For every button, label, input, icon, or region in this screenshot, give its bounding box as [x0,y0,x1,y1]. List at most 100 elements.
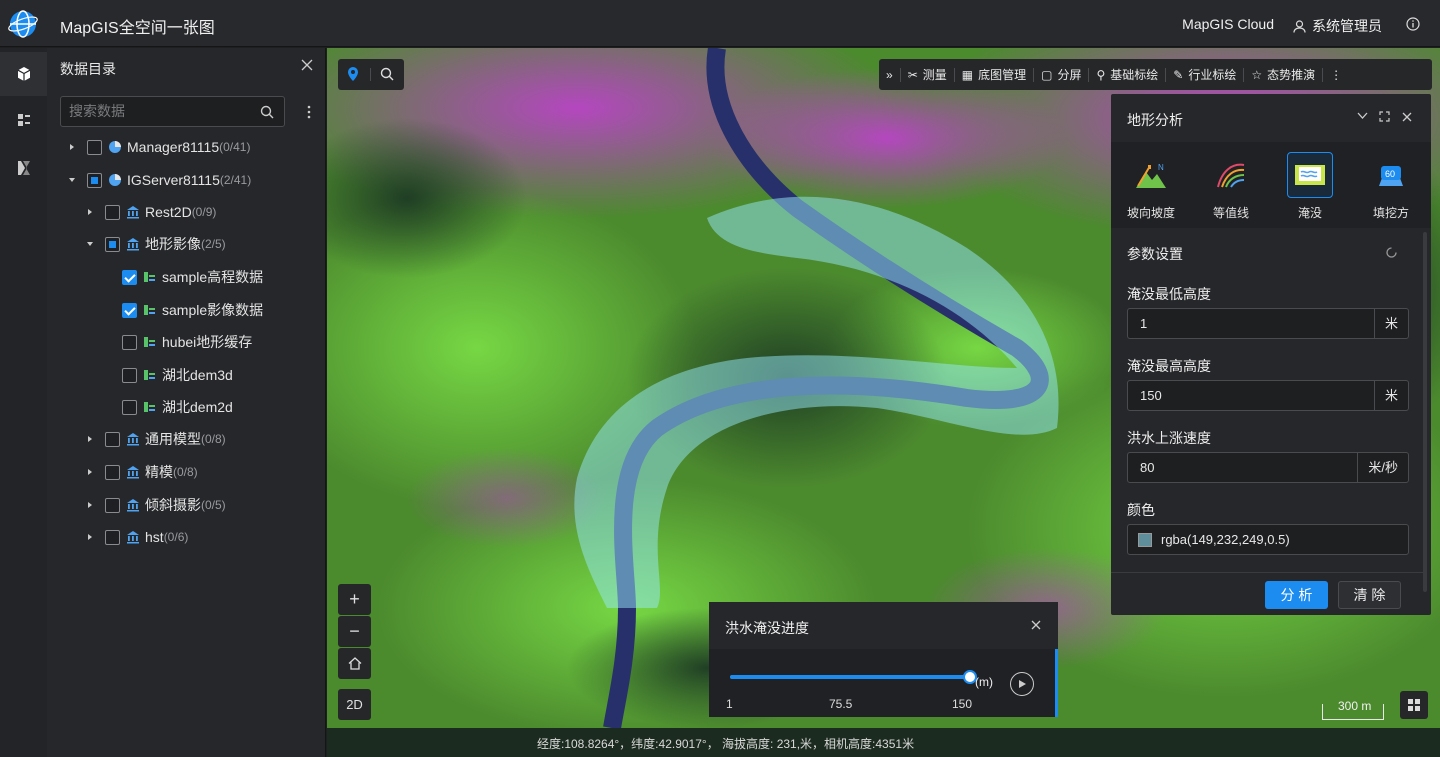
view-mode-button[interactable]: 2D [338,689,371,720]
tree-node-igserver[interactable]: IGServer81115 (2/41) [67,168,251,192]
caret-right-icon[interactable] [85,467,95,477]
tree-checkbox[interactable] [87,172,102,188]
progress-track[interactable] [730,670,977,684]
locate-pin-icon[interactable] [346,66,360,82]
caret-right-icon[interactable] [67,142,77,152]
search-icon[interactable] [380,67,394,81]
tree-checkbox[interactable] [105,529,120,545]
user-name: 系统管理员 [1312,18,1382,34]
color-picker-field[interactable]: rgba(149,232,249,0.5) [1127,524,1409,555]
tab-contour[interactable]: 等值线 [1201,152,1261,221]
toolbar-more[interactable]: ⋮ [1323,68,1349,82]
search-box [60,96,285,127]
tree-leaf-sample-elevation[interactable]: sample高程数据 [122,265,263,289]
toolbar-basemap[interactable]: ▦ 底图管理 [955,67,1035,82]
color-swatch[interactable] [1138,533,1152,547]
search-input[interactable] [69,103,249,119]
tree-checkbox[interactable] [122,334,137,350]
expand-icon[interactable] [1379,111,1390,122]
play-icon [1019,680,1026,688]
tree-checkbox[interactable] [105,431,120,447]
toolbar-measure[interactable]: ✂ 测量 [901,67,955,82]
play-button[interactable] [1010,672,1034,696]
data-catalog-panel: 数据目录 Manager81115(0/41) IGServer81115(2/… [47,48,326,757]
tree-checkbox[interactable] [122,302,137,318]
close-icon[interactable] [301,59,313,71]
tree-node-manager[interactable]: Manager81115 (0/41) [67,135,250,159]
tree-leaf-sample-imagery[interactable]: sample影像数据 [122,298,263,322]
nav-analysis[interactable] [0,146,47,190]
tree-leaf-hubei-dem3d[interactable]: 湖北dem3d [122,363,233,387]
user-menu[interactable]: 系统管理员 [1293,16,1382,36]
map-toolbar: » ✂ 测量 ▦ 底图管理 ▢ 分屏 ⚲ 基础标绘 ✎ 行业标绘 ☆ 态势推演 ⋮ [879,59,1432,90]
grid-icon: ▦ [961,67,974,82]
close-icon[interactable] [1402,112,1412,122]
tree-node-terrain-imagery[interactable]: 地形影像 (2/5) [85,232,226,256]
tree-checkbox[interactable] [105,464,120,480]
min-height-value[interactable]: 1 [1140,316,1147,331]
nav-data-catalog[interactable] [0,52,47,96]
search-icon[interactable] [260,105,274,119]
tab-cut-fill[interactable]: 60 填挖方 [1361,152,1421,221]
tree-checkbox[interactable] [122,269,137,285]
tree-label: 倾斜摄影 [145,497,201,513]
toolbar-situation[interactable]: ☆ 态势推演 [1244,67,1324,82]
layer-switch-button[interactable] [1400,691,1428,719]
tree-checkbox[interactable] [122,399,137,415]
caret-right-icon[interactable] [85,532,95,542]
tree-count: (0/8) [201,432,226,446]
toolbar-label: 底图管理 [978,68,1027,82]
tree-checkbox[interactable] [105,236,120,252]
caret-down-icon[interactable] [85,239,95,249]
tree-checkbox[interactable] [87,139,102,155]
tree-node-oblique[interactable]: 倾斜摄影 (0/5) [85,493,226,517]
toolbar-split[interactable]: ▢ 分屏 [1034,67,1090,82]
tree-checkbox[interactable] [105,204,120,220]
more-icon[interactable] [307,105,311,119]
tree-node-generic-model[interactable]: 通用模型 (0/8) [85,427,226,451]
layer-data-icon [144,337,155,347]
chevron-down-icon[interactable] [1357,112,1368,120]
toolbar-industry-plot[interactable]: ✎ 行业标绘 [1166,67,1245,82]
zoom-out-button[interactable]: − [338,616,371,647]
caret-right-icon[interactable] [85,207,95,217]
plus-icon: + [349,589,360,609]
refresh-icon[interactable] [1385,246,1398,259]
max-height-label: 淹没最高高度 [1127,358,1211,374]
flood-speed-field[interactable]: 80 米/秒 [1127,452,1409,483]
cloud-link[interactable]: MapGIS Cloud [1182,16,1274,32]
tab-slope-aspect[interactable]: N 坡向坡度 [1121,152,1181,221]
tree-checkbox[interactable] [122,367,137,383]
min-height-field[interactable]: 1 米 [1127,308,1409,339]
tree-node-fine-model[interactable]: 精模 (0/8) [85,460,198,484]
tab-label: 填挖方 [1372,206,1409,220]
close-icon[interactable] [1031,620,1041,630]
tab-flood[interactable]: 淹没 [1280,152,1340,221]
nav-layers[interactable] [0,98,47,142]
tree-leaf-hubei-dem2d[interactable]: 湖北dem2d [122,395,233,419]
tree-node-hst[interactable]: hst (0/6) [85,525,188,549]
home-button[interactable] [338,648,371,679]
panel-title: 地形分析 [1127,112,1183,128]
tree-node-rest2d[interactable]: Rest2D (0/9) [85,200,216,224]
tree-label: hubei地形缓存 [162,334,253,350]
analyze-button[interactable]: 分 析 [1265,581,1328,609]
divider [1111,572,1427,573]
flood-speed-value[interactable]: 80 [1140,460,1154,475]
max-height-unit: 米 [1373,381,1408,410]
caret-right-icon[interactable] [85,500,95,510]
scrollbar[interactable] [1423,232,1427,592]
tree-leaf-hubei-cache[interactable]: hubei地形缓存 [122,330,252,354]
caret-down-icon[interactable] [67,175,77,185]
caret-right-icon[interactable] [85,434,95,444]
toolbar-basic-plot[interactable]: ⚲ 基础标绘 [1089,67,1167,82]
zoom-in-button[interactable]: + [338,584,371,615]
max-height-field[interactable]: 150 米 [1127,380,1409,411]
info-icon[interactable] [1406,17,1420,31]
tree-checkbox[interactable] [105,497,120,513]
toolbar-expand[interactable]: » [879,67,901,82]
clear-button[interactable]: 清 除 [1338,581,1401,609]
cube-icon [17,67,30,81]
scale-bar: 300 m [1322,699,1384,720]
max-height-value[interactable]: 150 [1140,388,1162,403]
